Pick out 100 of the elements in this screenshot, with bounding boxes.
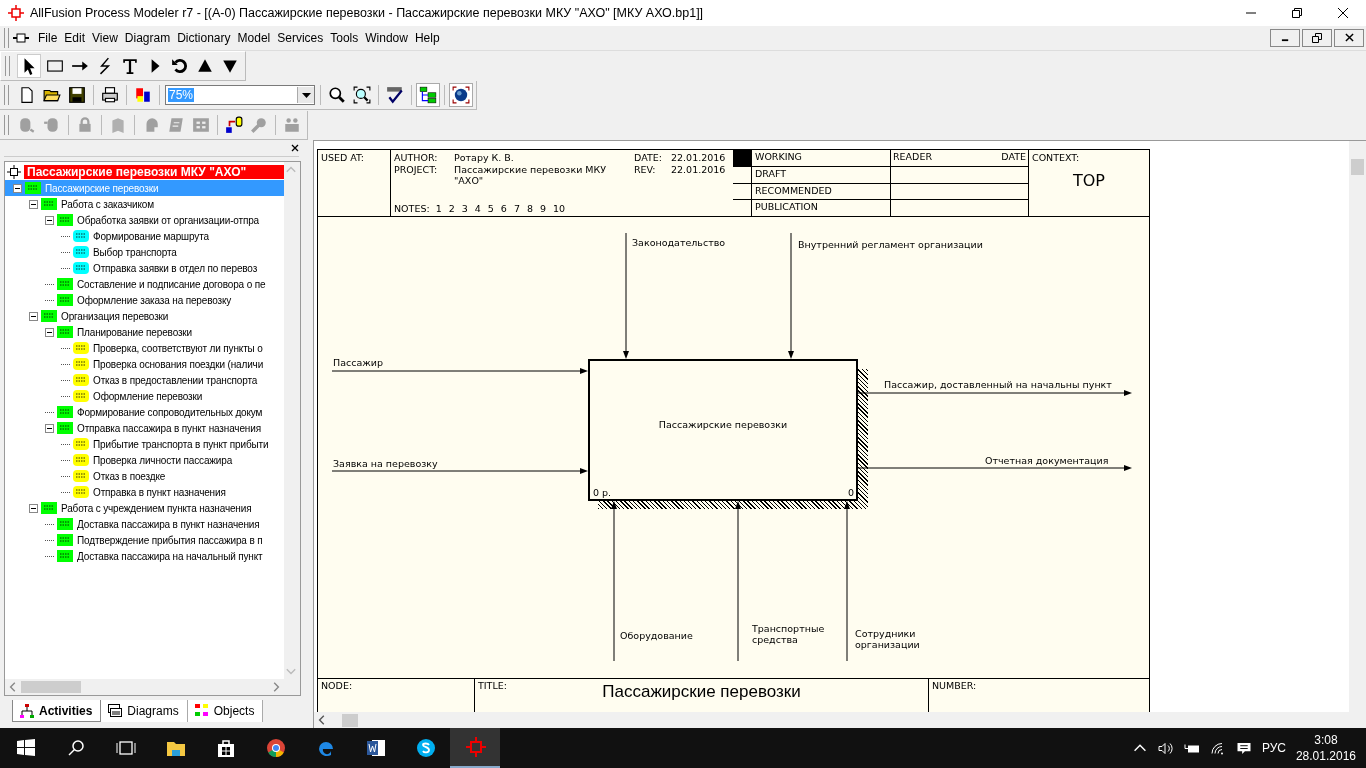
tree-item[interactable]: Доставка пассажира в пункт назначения [77, 518, 260, 530]
tree-item[interactable]: Отказ в поездке [93, 470, 166, 482]
mechanism-arrow[interactable] [735, 501, 741, 662]
scroll-thumb[interactable] [21, 681, 81, 693]
clock-date[interactable]: 28.01.2016 [1295, 748, 1356, 764]
wifi-icon[interactable] [1209, 741, 1226, 755]
database-link-icon[interactable] [223, 113, 245, 136]
window-title: AllFusion Process Modeler r7 - [(A-0) Пассажирские перевозки - Пассажирские перевозки МКУ "АХО" [МКУ АХО.bp1]] [30, 6, 704, 20]
tree-item[interactable]: Доставка пассажира на начальный пункт [77, 550, 263, 562]
scroll-thumb[interactable] [342, 713, 358, 727]
tree-item[interactable]: Проверка личности пассажира [93, 454, 233, 466]
panel-tab[interactable]: Objects [187, 700, 264, 722]
arrow-label: Заявка на перевозку [333, 458, 438, 469]
tree-item[interactable]: Планирование перевозки [77, 326, 193, 338]
tree-item[interactable]: Отправка пассажира в пункт назначения [77, 422, 261, 434]
start-icon[interactable] [16, 738, 36, 758]
panel-tab[interactable]: Activities [12, 700, 102, 722]
menu-item[interactable]: Dictionary [174, 30, 234, 45]
tree-item[interactable]: Организация перевозки [61, 310, 169, 322]
close-icon [1338, 8, 1348, 18]
collapse-toggle-icon[interactable] [45, 215, 54, 225]
control-arrow[interactable] [788, 232, 794, 359]
pointer-tool-icon[interactable] [17, 53, 41, 78]
status-label: WORKING [754, 150, 803, 164]
menu-item[interactable]: File [35, 30, 61, 45]
tree-item[interactable]: Отправка заявки в отдел по перевоз [93, 262, 258, 274]
output-arrow[interactable] [856, 465, 1132, 471]
menu-item[interactable]: Edit [61, 30, 89, 45]
tree-item[interactable]: Работа с заказчиком [61, 198, 154, 210]
activity-box[interactable]: Пассажирские перевозки 0 р. 0 [588, 359, 858, 501]
tree-item[interactable]: Оформление заказа на перевозку [77, 294, 232, 306]
input-arrow[interactable] [331, 468, 588, 474]
project-value: Пассажирские перевозки МКУ "АХО" [454, 164, 608, 188]
close-icon [1344, 33, 1354, 43]
context-label: CONTEXT: [1032, 152, 1081, 163]
word-icon[interactable] [366, 738, 386, 758]
tree-item[interactable]: Проверка основания поездки (наличи [93, 358, 264, 370]
note-number: 5 [487, 203, 494, 214]
clock-time[interactable]: 3:08 [1314, 732, 1338, 748]
tree-item[interactable]: Подтверждение прибытия пассажира в п [77, 534, 263, 546]
tree-item[interactable]: Прибытие транспорта в пункт прибыти [93, 438, 269, 450]
collapse-toggle-icon[interactable] [13, 183, 22, 193]
menu-item[interactable]: Diagram [121, 30, 174, 45]
output-arrow[interactable] [856, 390, 1132, 396]
tree-item[interactable]: Отказ в предоставлении транспорта [93, 374, 258, 386]
restore-button[interactable] [1302, 28, 1332, 47]
collapse-toggle-icon[interactable] [29, 503, 38, 513]
mechanism-arrow[interactable] [844, 501, 850, 662]
reader-date-label: DATE [1001, 151, 1026, 164]
close-icon[interactable] [291, 144, 299, 152]
status-label: PUBLICATION [754, 200, 819, 215]
tree-item[interactable]: Составление и подписание договора о пе [77, 278, 266, 290]
collapse-toggle-icon[interactable] [29, 311, 38, 321]
globe-icon[interactable] [450, 84, 472, 107]
used-at-label: USED AT: [321, 152, 365, 163]
notes-label: NOTES: [394, 203, 430, 214]
close-button[interactable] [1334, 28, 1364, 47]
browser-icon[interactable] [266, 738, 286, 758]
panel-tab[interactable]: Diagrams [101, 700, 188, 722]
speaker-icon[interactable] [1157, 741, 1174, 755]
context-value: TOP [1073, 171, 1105, 190]
tree-item[interactable]: Оформление перевозки [93, 390, 203, 402]
rev-label: REV: [634, 164, 657, 177]
document-icon[interactable] [13, 31, 29, 44]
minimize-button[interactable] [1270, 28, 1300, 47]
tree-item[interactable]: Отправка в пункт назначения [93, 486, 226, 498]
tree-view-icon[interactable] [417, 84, 439, 107]
app-icon[interactable] [466, 737, 486, 757]
menu-item[interactable]: Help [411, 30, 443, 45]
tree-item[interactable]: Работа с учреждением пункта назначения [61, 502, 252, 514]
skype-icon[interactable] [416, 738, 436, 758]
control-arrow[interactable] [623, 232, 629, 359]
tree-item[interactable]: Выбор транспорта [93, 246, 177, 258]
zoom-fit-icon[interactable] [351, 84, 373, 107]
tree-item[interactable]: Формирование маршрута [93, 230, 209, 242]
collapse-toggle-icon[interactable] [29, 199, 38, 209]
collapse-toggle-icon[interactable] [45, 327, 54, 337]
tree-item[interactable]: Формирование сопроводительных докум [77, 406, 263, 418]
menu-item[interactable]: Services [274, 30, 327, 45]
notification-icon[interactable] [1235, 741, 1252, 755]
input-arrow[interactable] [331, 368, 588, 374]
task-view-icon[interactable] [116, 738, 136, 758]
mechanism-arrow[interactable] [611, 501, 617, 662]
menu-item[interactable]: Model [234, 30, 274, 45]
tree-item[interactable]: Проверка, соответствуют ли пункты о [93, 342, 263, 354]
search-icon[interactable] [66, 738, 86, 758]
store-icon[interactable] [216, 738, 236, 758]
author-label: AUTHOR: [394, 152, 439, 163]
model-title[interactable]: Пассажирские перевозки МКУ "АХО" [24, 165, 284, 179]
tree-item[interactable]: Обработка заявки от организации-отпра [77, 214, 260, 226]
scroll-thumb[interactable] [1351, 159, 1364, 175]
note-number: 2 [448, 203, 455, 214]
language-indicator[interactable]: РУС [1261, 741, 1286, 755]
collapse-toggle-icon[interactable] [45, 423, 54, 433]
menu-item[interactable]: Tools [327, 30, 362, 45]
menu-item[interactable]: View [89, 30, 121, 45]
menu-item[interactable]: Window [362, 30, 411, 45]
arrow-label: Пассажир, доставленный на начальны пункт [884, 379, 1112, 390]
note-number: 8 [526, 203, 533, 214]
arrow-label: Законодательство [632, 237, 726, 248]
